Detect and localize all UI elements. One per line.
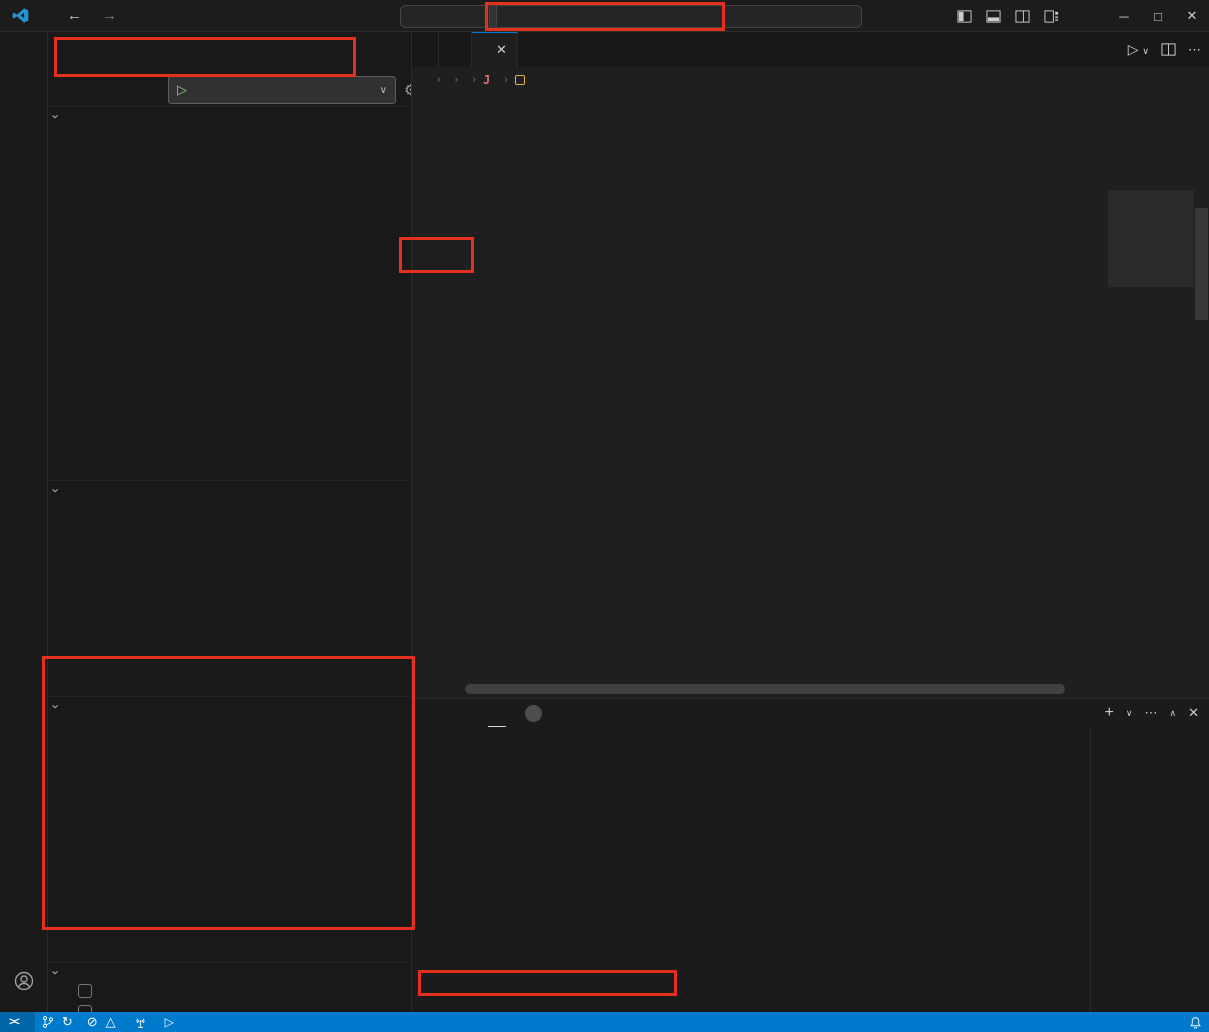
- debug-config-select[interactable]: ▷ ∨: [168, 76, 396, 104]
- panel-actions: + ∨ ⋯ ∧ ✕: [1105, 699, 1199, 727]
- run-debug-sidebar: ▷ ∨ ⚙ ⋯ › › › ›: [48, 32, 412, 1012]
- notifications-bell[interactable]: [1182, 1012, 1209, 1032]
- breakpoint-caught-exceptions[interactable]: [48, 1001, 412, 1012]
- debug-icon: ▷: [165, 1015, 174, 1029]
- close-button[interactable]: ✕: [1175, 0, 1209, 32]
- customize-layout-icon[interactable]: [1044, 9, 1059, 24]
- breadcrumb: › › › J ›: [412, 67, 1109, 93]
- sync-icon: ↻: [62, 1014, 73, 1030]
- ports-indicator[interactable]: [127, 1012, 158, 1032]
- scrollbar-thumb[interactable]: [1195, 208, 1208, 320]
- tab-pom-xml[interactable]: [439, 32, 472, 67]
- back-button[interactable]: ←: [57, 7, 92, 24]
- branch-indicator[interactable]: ↻: [35, 1012, 80, 1032]
- terminal-task-list: [1090, 729, 1209, 1013]
- branch-icon: [42, 1015, 54, 1029]
- run-java-button[interactable]: ▷ ∨: [1128, 41, 1149, 58]
- close-icon[interactable]: ✕: [496, 42, 507, 58]
- minimap-viewport: [1108, 190, 1194, 287]
- activity-bar: ⚙: [0, 32, 48, 1012]
- warnings-icon: △: [106, 1014, 116, 1030]
- remote-indicator[interactable]: ><: [0, 1012, 35, 1032]
- java-icon: J: [483, 73, 490, 87]
- language-mode[interactable]: [1164, 1012, 1182, 1032]
- chevron-icon: ›: [49, 488, 64, 492]
- editor-actions: ▷ ∨ ⋯: [1128, 32, 1201, 67]
- chevron-right-icon: ›: [504, 74, 508, 86]
- more-actions-icon[interactable]: ⋯: [1188, 42, 1201, 58]
- chevron-right-icon: ›: [455, 74, 459, 86]
- vertical-scrollbar[interactable]: [1194, 93, 1209, 698]
- breakpoints-section-header[interactable]: ›: [48, 962, 412, 982]
- maximize-panel-icon[interactable]: ∧: [1170, 708, 1177, 719]
- errors-icon: ⊘: [87, 1014, 98, 1030]
- chevron-right-icon: ›: [437, 74, 441, 86]
- chevron-icon: ›: [49, 114, 64, 118]
- code-editor[interactable]: [412, 93, 1108, 698]
- ports-badge: [525, 705, 542, 722]
- terminal-dropdown-icon[interactable]: ∨: [1126, 708, 1133, 719]
- chevron-down-icon: ∨: [380, 85, 387, 96]
- horizontal-scrollbar[interactable]: [465, 684, 1065, 694]
- chevron-icon: ›: [49, 704, 64, 708]
- remote-icon: ><: [9, 1016, 18, 1028]
- problems-indicator[interactable]: ⊘ △: [80, 1012, 127, 1032]
- forward-button[interactable]: →: [92, 7, 127, 24]
- title-bar: ← → ─ □ ✕: [0, 0, 1209, 32]
- debug-toolbar: [489, 3, 497, 30]
- minimap[interactable]: [1108, 93, 1194, 698]
- tab-hellochat-java[interactable]: ✕: [472, 32, 518, 67]
- terminal-output[interactable]: [420, 732, 1092, 1012]
- tab-output[interactable]: [444, 699, 462, 727]
- tab-launch-json[interactable]: [412, 32, 439, 67]
- status-bar: >< ↻ ⊘ △ ▷: [0, 1012, 1209, 1032]
- chevron-icon: ›: [49, 970, 64, 974]
- panel-more-icon[interactable]: ⋯: [1145, 705, 1158, 721]
- bell-icon: [1189, 1016, 1202, 1029]
- indentation[interactable]: [1122, 1012, 1136, 1032]
- editor-tabs: ✕: [412, 32, 1209, 67]
- encoding[interactable]: [1136, 1012, 1150, 1032]
- bottom-panel: + ∨ ⋯ ∧ ✕: [412, 698, 1209, 1012]
- debug-status[interactable]: ▷: [158, 1012, 185, 1032]
- tab-problems[interactable]: [422, 699, 440, 727]
- command-center[interactable]: [400, 5, 862, 28]
- start-debug-icon[interactable]: ▷: [177, 82, 187, 98]
- split-editor-icon[interactable]: [1161, 42, 1176, 57]
- toggle-panel-icon[interactable]: [986, 9, 1001, 24]
- chevron-right-icon: ›: [472, 74, 476, 86]
- panel-tabs: [422, 699, 551, 727]
- checkbox[interactable]: [78, 1005, 92, 1013]
- breakpoint-uncaught-exceptions[interactable]: [48, 980, 412, 1001]
- tab-terminal[interactable]: [488, 699, 506, 727]
- vscode-logo-icon: [12, 7, 29, 24]
- maximize-button[interactable]: □: [1141, 0, 1175, 32]
- vscode-window: ← → ─ □ ✕ ⚙ ▷ ∨ ⚙ ⋯: [0, 0, 1209, 1032]
- close-panel-icon[interactable]: ✕: [1188, 705, 1199, 721]
- toggle-sidebar-icon[interactable]: [957, 9, 972, 24]
- minimize-button[interactable]: ─: [1107, 0, 1141, 32]
- class-symbol-icon: [515, 75, 525, 85]
- tab-ports[interactable]: [510, 699, 551, 727]
- layout-controls: [957, 0, 1059, 32]
- window-controls: ─ □ ✕: [1107, 0, 1209, 32]
- radio-tower-icon: [134, 1016, 147, 1029]
- variables-section-header[interactable]: ›: [48, 106, 412, 126]
- accounts-icon[interactable]: [0, 957, 48, 1004]
- call-stack-section-header[interactable]: ›: [48, 696, 412, 716]
- tab-debug-console[interactable]: [466, 699, 484, 727]
- cursor-position[interactable]: [1108, 1012, 1122, 1032]
- checkbox[interactable]: [78, 984, 92, 998]
- watch-section-header[interactable]: ›: [48, 480, 412, 500]
- new-terminal-icon[interactable]: +: [1105, 704, 1114, 722]
- debug-settings-gear-icon[interactable]: ⚙: [404, 81, 412, 99]
- eol-sequence[interactable]: [1150, 1012, 1164, 1032]
- toggle-secondary-sidebar-icon[interactable]: [1015, 9, 1030, 24]
